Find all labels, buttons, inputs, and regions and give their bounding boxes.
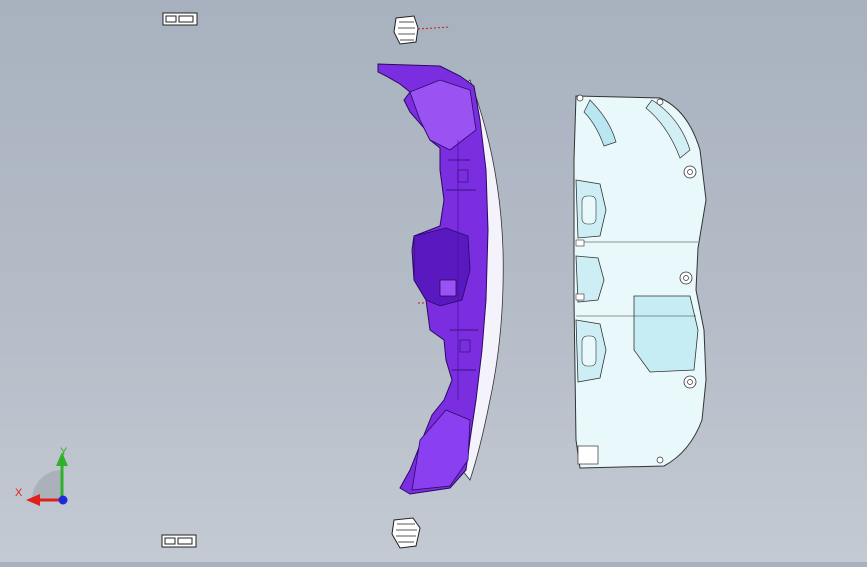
bracket-part-bottom-left[interactable]: [161, 534, 197, 548]
clip-fastener-icon[interactable]: [393, 15, 451, 45]
y-axis-label: Y: [60, 446, 68, 458]
model-canvas[interactable]: Y X: [0, 0, 867, 562]
x-axis-label: X: [15, 487, 23, 499]
purple-panel-part[interactable]: [377, 63, 504, 495]
axis-triad-icon: Y X: [15, 446, 68, 506]
clip-fastener-bottom[interactable]: [391, 517, 421, 549]
bracket-part-top-left[interactable]: [162, 12, 198, 26]
clear-cover-part[interactable]: [573, 94, 707, 469]
cad-viewport[interactable]: Y X: [0, 0, 867, 562]
